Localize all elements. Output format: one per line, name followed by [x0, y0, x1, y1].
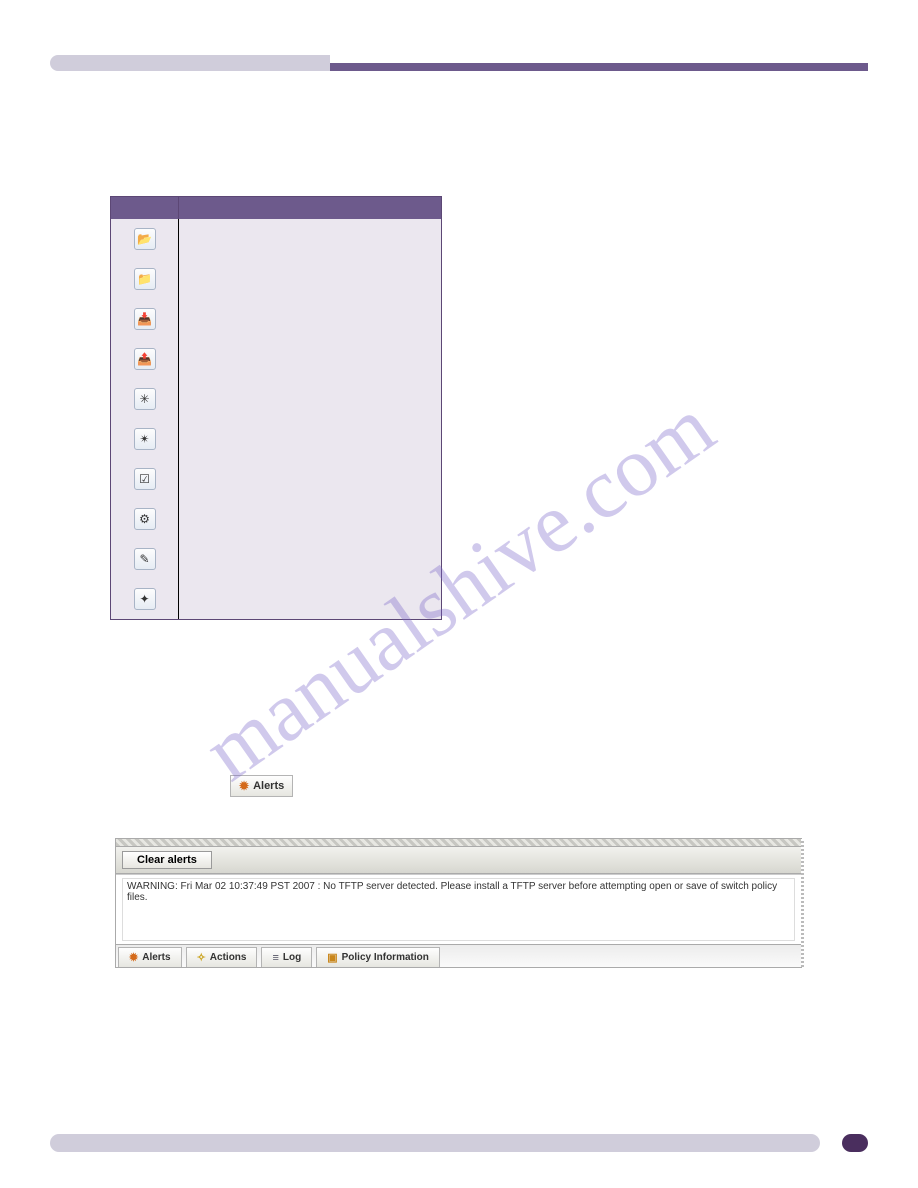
footer-page-marker [842, 1134, 868, 1152]
icon-cell: ✎ [111, 539, 179, 579]
icon-cell: 📤 [111, 339, 179, 379]
table-row: 📥 [111, 299, 441, 339]
toolbar-reference-table: 📂 📁 📥 📤 ✳ ✴ ☑ ⚙ ✎ ✦ [110, 196, 442, 620]
policy-edit-icon: ✳ [134, 388, 156, 410]
desc-cell [179, 513, 441, 525]
desc-cell [179, 473, 441, 485]
actions-icon: ✧ [197, 951, 206, 964]
desc-cell [179, 393, 441, 405]
tab-policy-information[interactable]: ▣ Policy Information [316, 947, 440, 967]
footer-rule [50, 1134, 820, 1152]
tab-actions-label: Actions [210, 952, 247, 963]
table-header-icon [111, 197, 179, 219]
desc-cell [179, 353, 441, 365]
table-row: 📤 [111, 339, 441, 379]
tab-alerts-label: Alerts [142, 952, 170, 963]
table-row: 📂 [111, 219, 441, 259]
table-row: ✦ [111, 579, 441, 619]
table-row: ✳ [111, 379, 441, 419]
alerts-panel: Clear alerts WARNING: Fri Mar 02 10:37:4… [115, 838, 802, 968]
tab-policy-label: Policy Information [342, 952, 429, 963]
panel-grip [116, 839, 801, 847]
desc-cell [179, 313, 441, 325]
close-switch-icon: 📁 [134, 268, 156, 290]
alerts-icon: ✹ [239, 779, 249, 793]
alerts-icon: ✹ [129, 951, 138, 964]
alerts-message-area: WARNING: Fri Mar 02 10:37:49 PST 2007 : … [122, 878, 795, 941]
icon-cell: ✴ [111, 419, 179, 459]
icon-cell: 📁 [111, 259, 179, 299]
import-icon: 📥 [134, 308, 156, 330]
header-rule-left [50, 55, 330, 71]
clear-alerts-button[interactable]: Clear alerts [122, 851, 212, 869]
alerts-tab-bar: ✹ Alerts ✧ Actions ≡ Log ▣ Policy Inform… [116, 944, 801, 967]
desc-cell [179, 593, 441, 605]
panel-right-edge [801, 839, 804, 967]
verify-icon: ☑ [134, 468, 156, 490]
icon-cell: 📂 [111, 219, 179, 259]
alerts-tab-sample: ✹ Alerts [230, 775, 293, 797]
open-switch-icon: 📂 [134, 228, 156, 250]
table-header-row [111, 197, 441, 219]
tab-log-label: Log [283, 952, 301, 963]
icon-cell: 📥 [111, 299, 179, 339]
table-row: 📁 [111, 259, 441, 299]
alerts-tab-label: Alerts [253, 780, 284, 792]
tab-alerts[interactable]: ✹ Alerts [118, 947, 182, 967]
alerts-inline-reference: ✹ Alerts [110, 775, 808, 797]
tab-actions[interactable]: ✧ Actions [186, 947, 258, 967]
table-header-desc [179, 197, 441, 219]
icon-cell: ✳ [111, 379, 179, 419]
policy-apply-icon: ✴ [134, 428, 156, 450]
table-row: ✎ [111, 539, 441, 579]
table-row: ⚙ [111, 499, 441, 539]
tab-log[interactable]: ≡ Log [261, 947, 312, 967]
alerts-toolbar: Clear alerts [116, 847, 801, 874]
policy-info-icon: ▣ [327, 951, 337, 964]
table-row: ✴ [111, 419, 441, 459]
desc-cell [179, 233, 441, 245]
icon-cell: ✦ [111, 579, 179, 619]
desc-cell [179, 553, 441, 565]
log-icon: ≡ [272, 952, 278, 964]
alert-message-text: WARNING: Fri Mar 02 10:37:49 PST 2007 : … [127, 881, 777, 903]
desc-cell [179, 433, 441, 445]
header-rule-right [330, 63, 868, 71]
wizard-icon: ✎ [134, 548, 156, 570]
desc-cell [179, 273, 441, 285]
refresh-icon: ✦ [134, 588, 156, 610]
icon-cell: ⚙ [111, 499, 179, 539]
table-row: ☑ [111, 459, 441, 499]
icon-cell: ☑ [111, 459, 179, 499]
config-icon: ⚙ [134, 508, 156, 530]
alerts-body: WARNING: Fri Mar 02 10:37:49 PST 2007 : … [116, 874, 801, 944]
export-icon: 📤 [134, 348, 156, 370]
